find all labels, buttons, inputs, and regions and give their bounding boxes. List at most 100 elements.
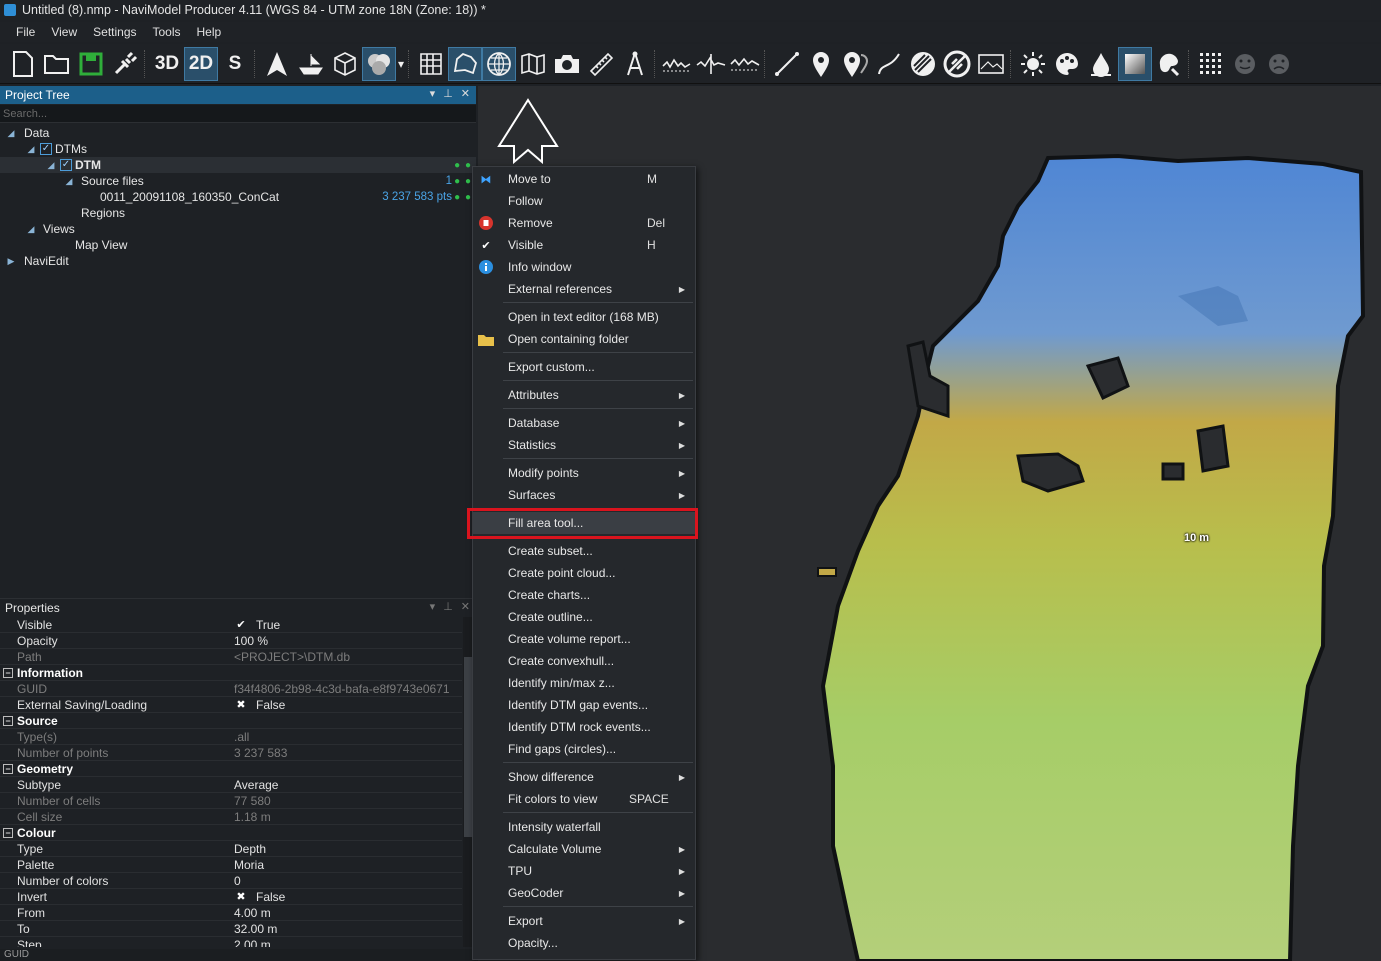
menu-item-move-to[interactable]: ⧓ Move to M	[473, 168, 695, 190]
pin-panel-icon[interactable]: ⊥	[443, 87, 453, 100]
dtm-checkbox[interactable]: ✓	[60, 159, 72, 171]
tree-item-file[interactable]: 0011_20091108_160350_ConCat 3 237 583 pt…	[0, 189, 476, 205]
profile-icon[interactable]	[660, 47, 694, 81]
collapse-icon[interactable]: −	[3, 827, 13, 838]
dropdown-arrow-icon[interactable]: ▾	[396, 47, 406, 81]
menu-item-modify-points[interactable]: Modify points ▶	[473, 462, 695, 484]
menu-item-identify-rock-events[interactable]: Identify DTM rock events...	[473, 716, 695, 738]
camera-icon[interactable]	[550, 47, 584, 81]
menu-item-surfaces[interactable]: Surfaces ▶	[473, 484, 695, 506]
open-folder-icon[interactable]	[40, 47, 74, 81]
prop-row-number-of-cells[interactable]: Number of cells 77 580	[0, 793, 462, 809]
menu-item-identify-minmax[interactable]: Identify min/max z...	[473, 672, 695, 694]
globe-icon[interactable]	[482, 46, 516, 81]
pin-panel-icon[interactable]: ⊥	[443, 600, 453, 613]
menu-item-create-charts[interactable]: Create charts...	[473, 584, 695, 606]
map-outline-icon[interactable]	[448, 46, 482, 81]
menu-view[interactable]: View	[43, 25, 85, 39]
collapse-icon[interactable]: −	[3, 667, 13, 678]
menu-item-opacity[interactable]: Opacity...	[473, 932, 695, 954]
grid-icon[interactable]	[414, 47, 448, 81]
prop-row-subtype[interactable]: Subtype Average	[0, 777, 462, 793]
menu-help[interactable]: Help	[189, 25, 230, 39]
gradient-square-icon[interactable]	[1118, 46, 1152, 81]
view-3d-button[interactable]: 3D	[150, 47, 184, 81]
compass-icon[interactable]	[618, 47, 652, 81]
prop-row-step[interactable]: Step 2.00 m	[0, 937, 462, 948]
sun-icon[interactable]	[1016, 47, 1050, 81]
tree-item-map-view[interactable]: Map View	[0, 237, 476, 253]
close-icon[interactable]: ✕	[461, 87, 470, 100]
prop-row-types[interactable]: Type(s) .all	[0, 729, 462, 745]
menu-item-calculate-volume[interactable]: Calculate Volume ▶	[473, 838, 695, 860]
menu-item-follow[interactable]: Follow	[473, 190, 695, 212]
view-s-button[interactable]: S	[218, 47, 252, 81]
menu-item-visible[interactable]: ✔ Visible H	[473, 234, 695, 256]
dot-grid-icon[interactable]	[1194, 47, 1228, 81]
collapse-icon[interactable]: −	[3, 715, 13, 726]
menu-item-create-outline[interactable]: Create outline...	[473, 606, 695, 628]
menu-file[interactable]: File	[8, 25, 43, 39]
tree-item-naviedit[interactable]: ▶ NaviEdit	[0, 253, 476, 269]
palette-icon[interactable]	[1050, 47, 1084, 81]
collapse-icon[interactable]: −	[3, 763, 13, 774]
prop-row-external[interactable]: External Saving/Loading ✖ False	[0, 697, 462, 713]
no-hatch-icon[interactable]	[940, 47, 974, 81]
smiley-sad-icon[interactable]	[1262, 47, 1296, 81]
tree-item-data[interactable]: ◢ Data	[0, 125, 476, 141]
menu-item-open-text-editor[interactable]: Open in text editor (168 MB)	[473, 306, 695, 328]
save-icon[interactable]	[74, 47, 108, 81]
menu-item-open-folder[interactable]: Open containing folder	[473, 328, 695, 350]
prop-row-to[interactable]: To 32.00 m	[0, 921, 462, 937]
close-icon[interactable]: ✕	[461, 600, 470, 613]
drop-icon[interactable]	[1084, 47, 1118, 81]
prop-row-type[interactable]: Type Depth	[0, 841, 462, 857]
curve-tool-icon[interactable]	[872, 47, 906, 81]
menu-item-create-convexhull[interactable]: Create convexhull...	[473, 650, 695, 672]
panel-menu-icon[interactable]: ▾	[430, 600, 436, 613]
prop-row-number-of-points[interactable]: Number of points 3 237 583	[0, 745, 462, 761]
menu-item-fit-colors[interactable]: Fit colors to view SPACE	[473, 788, 695, 810]
boat-icon[interactable]	[294, 47, 328, 81]
layers-colour-icon[interactable]	[362, 46, 396, 81]
panel-menu-icon[interactable]: ▾	[430, 87, 436, 100]
prop-section-source[interactable]: − Source	[0, 713, 462, 729]
menu-item-database[interactable]: Database ▶	[473, 412, 695, 434]
menu-item-export[interactable]: Export ▶	[473, 910, 695, 932]
prop-section-information[interactable]: − Information	[0, 665, 462, 681]
menu-item-geocoder[interactable]: GeoCoder ▶	[473, 882, 695, 904]
menu-item-remove[interactable]: Remove Del	[473, 212, 695, 234]
menu-item-statistics[interactable]: Statistics ▶	[473, 434, 695, 456]
menu-item-attributes[interactable]: Attributes ▶	[473, 384, 695, 406]
multi-profile-icon[interactable]	[728, 47, 762, 81]
book-map-icon[interactable]	[516, 47, 550, 81]
menu-item-intensity-waterfall[interactable]: Intensity waterfall	[473, 816, 695, 838]
pin-icon[interactable]	[804, 47, 838, 81]
tree-search-input[interactable]: Search...	[0, 105, 476, 123]
expand-icon[interactable]: ◢	[6, 128, 16, 139]
menu-item-identify-gap-events[interactable]: Identify DTM gap events...	[473, 694, 695, 716]
menu-item-create-point-cloud[interactable]: Create point cloud...	[473, 562, 695, 584]
expand-icon[interactable]: ◢	[64, 176, 74, 187]
menu-item-external-references[interactable]: External references ▶	[473, 278, 695, 300]
cube-icon[interactable]	[328, 47, 362, 81]
menu-item-show-difference[interactable]: Show difference ▶	[473, 766, 695, 788]
collapsed-icon[interactable]: ▶	[6, 256, 16, 267]
tree-item-dtms[interactable]: ◢ ✓ DTMs	[0, 141, 476, 157]
hatch-circle-icon[interactable]	[906, 47, 940, 81]
expand-icon[interactable]: ◢	[26, 224, 36, 235]
prop-row-guid[interactable]: GUID f34f4806-2b98-4c3d-bafa-e8f9743e0671	[0, 681, 462, 697]
image-frame-icon[interactable]	[974, 47, 1008, 81]
menu-item-info-window[interactable]: Info window	[473, 256, 695, 278]
dtms-checkbox[interactable]: ✓	[40, 143, 52, 155]
menu-item-create-volume-report[interactable]: Create volume report...	[473, 628, 695, 650]
prop-row-from[interactable]: From 4.00 m	[0, 905, 462, 921]
tree-item-regions[interactable]: Regions	[0, 205, 476, 221]
tree-item-dtm[interactable]: ◢ ✓ DTM ● ●	[0, 157, 476, 173]
prop-row-path[interactable]: Path <PROJECT>\DTM.db	[0, 649, 462, 665]
ruler-icon[interactable]	[584, 47, 618, 81]
prop-row-invert[interactable]: Invert ✖ False	[0, 889, 462, 905]
north-arrow-icon[interactable]	[260, 47, 294, 81]
prop-section-colour[interactable]: − Colour	[0, 825, 462, 841]
view-2d-button[interactable]: 2D	[184, 46, 218, 81]
